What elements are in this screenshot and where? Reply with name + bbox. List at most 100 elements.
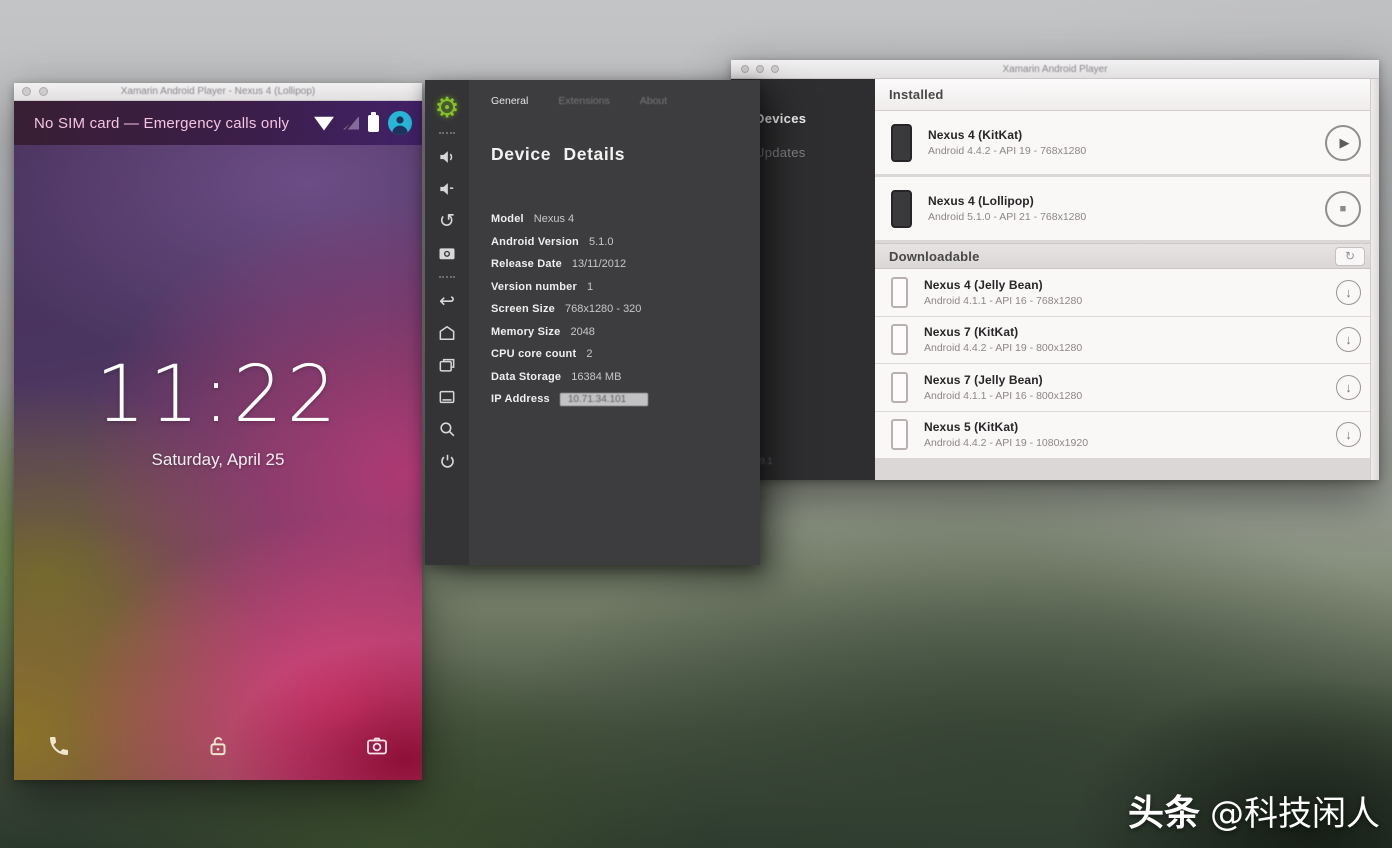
device-name: Nexus 4 (KitKat)	[928, 128, 1086, 142]
settings-tab[interactable]: Extensions	[558, 95, 609, 107]
lock-shortcuts	[14, 726, 422, 766]
device-spec: Android 4.1.1 - API 16 - 768x1280	[924, 295, 1082, 307]
field-label: Model	[491, 213, 524, 225]
device-name: Nexus 4 (Lollipop)	[928, 194, 1086, 208]
recent-apps-button[interactable]	[434, 352, 460, 378]
manager-window: Xamarin Android Player Devices Updates 0…	[731, 60, 1379, 480]
settings-content: General Extensions About Device Details …	[469, 80, 760, 565]
emulator-window-title: Xamarin Android Player - Nexus 4 (Lollip…	[14, 86, 422, 97]
screenshot-camera-button[interactable]	[434, 240, 460, 266]
user-avatar-icon[interactable]	[388, 111, 412, 135]
back-button[interactable]: ↩	[434, 288, 460, 314]
action-icon: ■	[1340, 203, 1347, 215]
download-button[interactable]: ↓	[1336, 280, 1361, 305]
download-button[interactable]: ↓	[1336, 375, 1361, 400]
detail-field-row: Screen Size 768x1280 - 320	[491, 298, 746, 321]
device-name: Nexus 5 (KitKat)	[924, 420, 1088, 434]
downloadable-device-row[interactable]: Nexus 7 (Jelly Bean) Android 4.1.1 - API…	[875, 364, 1379, 411]
phone-outline-icon	[891, 419, 908, 450]
downloadable-header-label: Downloadable	[889, 249, 980, 264]
sim-status-text: No SIM card — Emergency calls only	[34, 115, 314, 132]
installed-device-row[interactable]: Nexus 4 (KitKat) Android 4.4.2 - API 19 …	[875, 111, 1379, 174]
field-label: Screen Size	[491, 303, 555, 315]
settings-tab[interactable]: About	[640, 95, 667, 107]
field-label: Memory Size	[491, 326, 560, 338]
phone-outline-icon	[891, 277, 908, 308]
action-icon: ▶	[1340, 135, 1350, 151]
search-button[interactable]	[434, 416, 460, 442]
phone-outline-icon	[891, 372, 908, 403]
field-label: Version number	[491, 281, 577, 293]
field-value: 2	[586, 348, 592, 360]
phone-icon	[891, 124, 912, 162]
installed-device-row[interactable]: Nexus 4 (Lollipop) Android 5.1.0 - API 2…	[875, 177, 1379, 240]
field-value: 768x1280 - 320	[565, 303, 641, 315]
settings-tabs: General Extensions About	[491, 95, 760, 107]
menu-button[interactable]	[434, 384, 460, 410]
field-label: Android Version	[491, 236, 579, 248]
panel-heading: Device Details	[491, 144, 625, 165]
watermark: 头条 @科技闲人	[1128, 784, 1380, 836]
installed-section-header: Installed	[875, 79, 1379, 111]
ip-address-row: IP Address 10.71.34.101	[491, 388, 746, 411]
ip-address-value[interactable]: 10.71.34.101	[560, 393, 648, 406]
settings-gear-icon[interactable]: ⚙	[434, 94, 459, 122]
unlock-icon[interactable]	[205, 733, 231, 759]
downloadable-device-row[interactable]: Nexus 4 (Jelly Bean) Android 4.1.1 - API…	[875, 269, 1379, 316]
download-button[interactable]: ↓	[1336, 422, 1361, 447]
watermark-brand: 头条	[1128, 784, 1200, 836]
power-button[interactable]	[434, 448, 460, 474]
downloadable-device-row[interactable]: Nexus 7 (KitKat) Android 4.4.2 - API 19 …	[875, 317, 1379, 364]
download-icon: ↓	[1345, 427, 1352, 442]
download-icon: ↓	[1345, 380, 1352, 395]
settings-tab[interactable]: General	[491, 95, 528, 107]
refresh-icon: ↻	[1345, 249, 1355, 263]
android-lock-screen[interactable]: No SIM card — Emergency calls only 11:22	[14, 101, 422, 780]
detail-field-row: Version number 1	[491, 276, 746, 299]
volume-up-button[interactable]	[434, 144, 460, 170]
device-name: Nexus 7 (KitKat)	[924, 325, 1082, 339]
device-spec: Android 4.4.2 - API 19 - 800x1280	[924, 342, 1082, 354]
device-name: Nexus 7 (Jelly Bean)	[924, 373, 1082, 387]
android-status-bar: No SIM card — Emergency calls only	[14, 101, 422, 145]
field-value: 16384 MB	[571, 371, 621, 383]
emulator-window: Xamarin Android Player - Nexus 4 (Lollip…	[14, 83, 422, 780]
battery-icon	[368, 115, 379, 132]
desktop: Xamarin Android Player Devices Updates 0…	[0, 0, 1392, 848]
downloadable-section-header: Downloadable ↻	[875, 243, 1379, 269]
download-icon: ↓	[1345, 332, 1352, 347]
scrollbar[interactable]	[1370, 79, 1379, 480]
field-label: Release Date	[491, 258, 562, 270]
emulator-titlebar: Xamarin Android Player - Nexus 4 (Lollip…	[14, 83, 422, 101]
field-label: IP Address	[491, 393, 550, 405]
device-list: Installed Nexus 4 (KitKat) Android 4.4.2…	[875, 79, 1379, 480]
manager-titlebar: Xamarin Android Player	[731, 60, 1379, 79]
volume-down-button[interactable]	[434, 176, 460, 202]
watermark-handle: @科技闲人	[1210, 786, 1380, 835]
rail-divider	[439, 132, 455, 134]
detail-field-row: Release Date 13/11/2012	[491, 253, 746, 276]
downloadable-device-row[interactable]: Nexus 5 (KitKat) Android 4.4.2 - API 19 …	[875, 412, 1379, 459]
sidebar-nav-item[interactable]: Devices	[755, 111, 875, 126]
device-spec: Android 4.1.1 - API 16 - 800x1280	[924, 390, 1082, 402]
emulator-controls-rail: ⚙ ↺ ↩	[425, 80, 469, 565]
camera-shortcut-icon[interactable]	[364, 733, 390, 759]
refresh-button[interactable]: ↻	[1335, 247, 1365, 266]
installed-header-label: Installed	[889, 87, 944, 102]
no-signal-icon	[343, 117, 359, 130]
detail-field-row: Android Version 5.1.0	[491, 231, 746, 254]
device-action-button[interactable]: ■	[1325, 191, 1361, 227]
download-icon: ↓	[1345, 285, 1352, 300]
sidebar-nav-item[interactable]: Updates	[755, 145, 875, 160]
device-spec: Android 4.4.2 - API 19 - 768x1280	[928, 145, 1086, 157]
field-value: Nexus 4	[534, 213, 574, 225]
phone-dialer-icon[interactable]	[46, 733, 72, 759]
detail-field-row: Memory Size 2048	[491, 321, 746, 344]
device-detail-fields: Model Nexus 4 Android Version 5.1.0 Rele…	[491, 208, 746, 411]
field-value: 13/11/2012	[572, 258, 626, 270]
rotate-screen-button[interactable]: ↺	[434, 208, 460, 234]
device-spec: Android 5.1.0 - API 21 - 768x1280	[928, 211, 1086, 223]
home-button[interactable]	[434, 320, 460, 346]
download-button[interactable]: ↓	[1336, 327, 1361, 352]
device-action-button[interactable]: ▶	[1325, 125, 1361, 161]
